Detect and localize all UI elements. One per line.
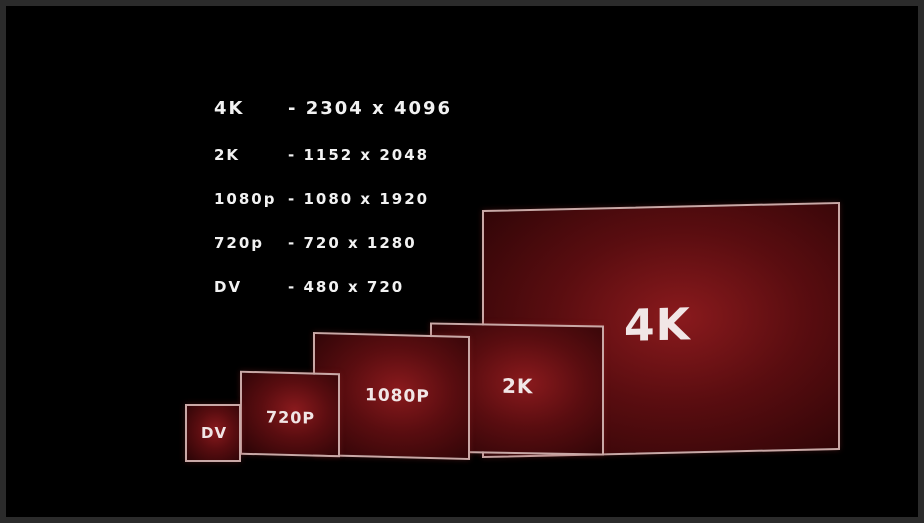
spec-resolution: - 2304 x 4096 [288,98,453,119]
screen-label-4k: 4K [624,299,691,352]
spec-resolution: - 480 x 720 [288,278,405,296]
screen-label-dv: DV [201,424,228,442]
spec-format: 4K [214,98,245,119]
screen-label-720p: 720P [266,407,316,428]
screen-720p: 720P [240,370,340,458]
spec-format: DV [214,278,243,296]
screen-dv: DV [185,404,241,462]
spec-format: 2K [214,146,241,164]
video-resolution-illustration: 4K - 2304 x 4096 2K - 1152 x 2048 1080p … [6,6,918,517]
spec-resolution: - 1080 x 1920 [288,190,430,208]
spec-resolution: - 1152 x 2048 [288,146,430,164]
spec-format: 1080p [214,190,277,208]
screen-label-2k: 2K [502,373,534,399]
spec-resolution: - 720 x 1280 [288,234,417,252]
screen-label-1080p: 1080P [365,385,430,408]
spec-format: 720p [214,234,265,252]
